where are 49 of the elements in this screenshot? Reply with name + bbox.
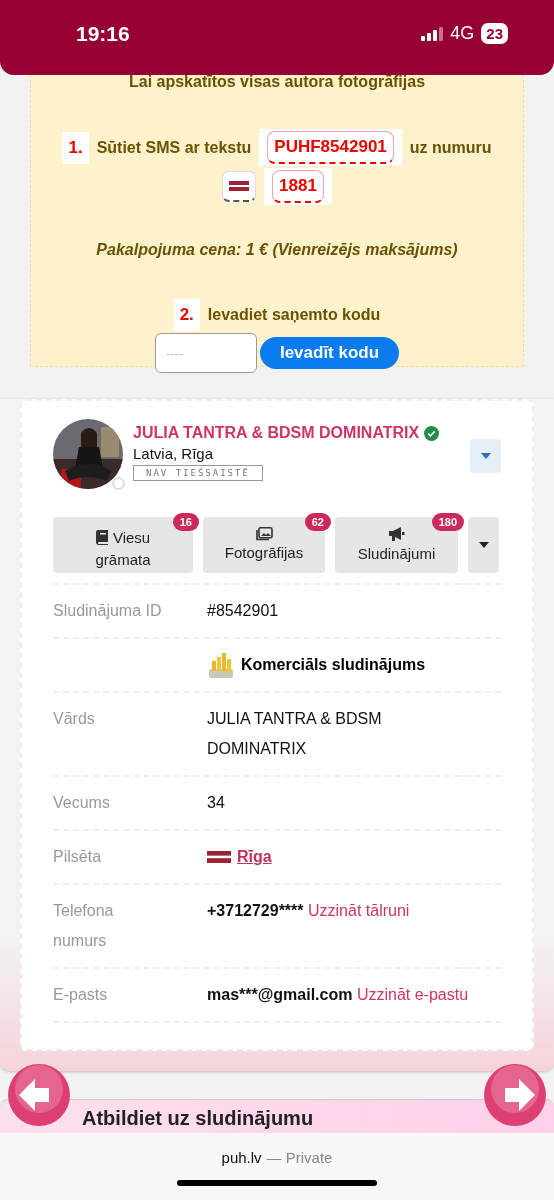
network-label: 4G (450, 23, 475, 44)
reveal-link[interactable]: Uzzināt e-pastu (356, 986, 469, 1003)
detail-value: mas***@gmail.com (207, 986, 353, 1003)
detail-value: 34 (207, 793, 225, 813)
detail-label: Vārds (53, 709, 96, 729)
sms-heading: Lai apskatītos visas autora fotogrāfijas (128, 75, 426, 91)
book-icon (95, 530, 109, 545)
caret-icon (478, 542, 489, 548)
caret-icon (480, 453, 491, 459)
count-badge: 62 (304, 513, 331, 531)
battery-level: 23 (481, 23, 508, 44)
dropdown-button[interactable] (470, 439, 501, 473)
step-text: Ievadiet saņemto kodu (207, 306, 381, 324)
detail-label: Telefona numurs (53, 901, 115, 951)
signal-icon (421, 26, 444, 41)
detail-label: E-pasts (53, 985, 109, 1005)
flag-icon (207, 851, 231, 863)
megaphone-icon (388, 526, 405, 542)
submit-code-button[interactable]: Ievadīt kodu (259, 337, 400, 369)
detail-value: +3712729**** (207, 902, 304, 919)
status-label: NAV TIEŠSAISTĒ (133, 465, 263, 481)
clock: 19:16 (76, 21, 131, 46)
browsing-mode: — Private (266, 1149, 333, 1166)
url-domain: puh.lv (221, 1149, 262, 1166)
detail-label: Pilsēta (53, 847, 103, 867)
price-text: Pakalpojuma cena: 1 € (Vienreizējs maksājums) (96, 241, 458, 259)
detail-value: #8542901 (207, 601, 279, 621)
step-number: 2. (173, 299, 200, 331)
reveal-link[interactable]: Uzzināt tālruni (308, 902, 410, 919)
bullion-icon (207, 651, 235, 679)
sms-code[interactable]: PUHF8542901 (267, 131, 394, 164)
step-text: uz numuru (409, 138, 492, 157)
flag-icon (229, 180, 250, 192)
detail-label: Sludinājuma ID (53, 601, 163, 621)
count-badge: 16 (172, 513, 199, 531)
step-text: Sūtiet SMS ar tekstu (96, 138, 252, 157)
detail-label: Vecums (53, 793, 111, 813)
step-number: 1. (62, 131, 89, 164)
country-button[interactable] (222, 171, 257, 202)
ad-type-label: Komerciāls sludinājums (241, 655, 426, 675)
sms-number[interactable]: 1881 (272, 170, 324, 203)
detail-value: JULIA TANTRA & BDSM DOMINATRIX (207, 709, 383, 759)
profile-location: Latvia, Rīga (133, 445, 215, 462)
city-link[interactable]: Rīga (237, 842, 272, 872)
count-badge: 180 (431, 513, 464, 531)
images-icon (255, 527, 273, 541)
code-input[interactable]: ---- (154, 333, 257, 373)
profile-name: JULIA TANTRA & BDSM DOMINATRIX (133, 424, 420, 442)
reply-heading: Atbildiet uz sludinājumu (82, 1107, 314, 1129)
